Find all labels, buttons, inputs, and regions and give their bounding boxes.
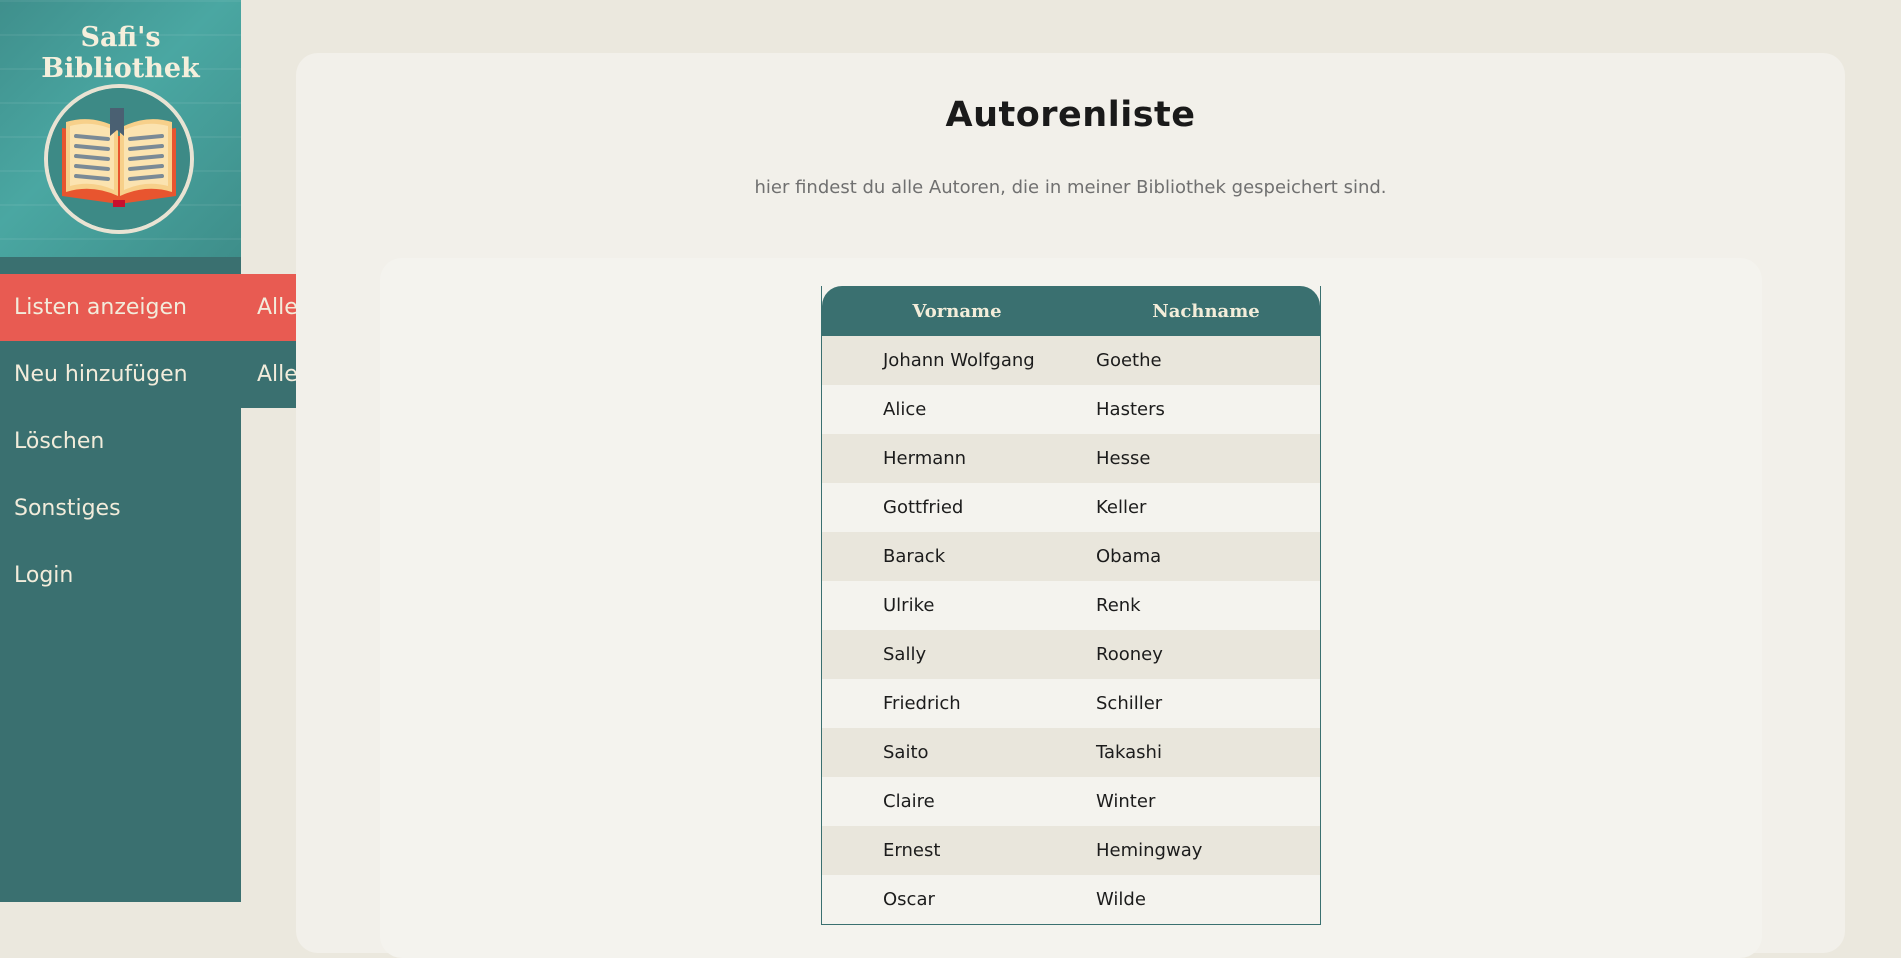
cell-nachname: Renk bbox=[1092, 581, 1320, 630]
cell-vorname: Alice bbox=[822, 385, 1092, 434]
sidebar-header: Safi's Bibliothek bbox=[0, 0, 241, 257]
authors-table-wrapper: Vorname Nachname Johann Wolfgang Goethe Al… bbox=[821, 286, 1321, 925]
cell-nachname: Hasters bbox=[1092, 385, 1320, 434]
table-body: Johann Wolfgang Goethe Alice Hasters Hermann… bbox=[822, 336, 1320, 924]
column-header-nachname: Nachname bbox=[1092, 286, 1320, 336]
cell-nachname: Goethe bbox=[1092, 336, 1320, 385]
cell-vorname: Friedrich bbox=[822, 679, 1092, 728]
cell-nachname: Hemingway bbox=[1092, 826, 1320, 875]
table-row: Barack Obama bbox=[822, 532, 1320, 581]
cell-nachname: Wilde bbox=[1092, 875, 1320, 924]
table-row: Alice Hasters bbox=[822, 385, 1320, 434]
table-row: Ulrike Renk bbox=[822, 581, 1320, 630]
sidebar: Safi's Bibliothek Listen anzeigen Neu hi… bbox=[0, 0, 241, 902]
cell-nachname: Rooney bbox=[1092, 630, 1320, 679]
table-row: Claire Winter bbox=[822, 777, 1320, 826]
nav-item-listen-anzeigen[interactable]: Listen anzeigen bbox=[0, 274, 241, 341]
open-book-icon bbox=[48, 88, 190, 230]
nav-item-login[interactable]: Login bbox=[0, 542, 241, 609]
table-row: Johann Wolfgang Goethe bbox=[822, 336, 1320, 385]
site-title[interactable]: Safi's Bibliothek bbox=[0, 22, 241, 84]
table-header-row: Vorname Nachname bbox=[822, 286, 1320, 336]
column-header-vorname: Vorname bbox=[822, 286, 1092, 336]
cell-vorname: Ernest bbox=[822, 826, 1092, 875]
table-row: Ernest Hemingway bbox=[822, 826, 1320, 875]
cell-vorname: Hermann bbox=[822, 434, 1092, 483]
cell-vorname: Oscar bbox=[822, 875, 1092, 924]
table-row: Sally Rooney bbox=[822, 630, 1320, 679]
cell-vorname: Saito bbox=[822, 728, 1092, 777]
table-row: Friedrich Schiller bbox=[822, 679, 1320, 728]
cell-vorname: Gottfried bbox=[822, 483, 1092, 532]
nav-item-sonstiges[interactable]: Sonstiges bbox=[0, 475, 241, 542]
cell-nachname: Takashi bbox=[1092, 728, 1320, 777]
cell-nachname: Winter bbox=[1092, 777, 1320, 826]
cell-nachname: Hesse bbox=[1092, 434, 1320, 483]
cell-nachname: Keller bbox=[1092, 483, 1320, 532]
cell-nachname: Schiller bbox=[1092, 679, 1320, 728]
table-row: Hermann Hesse bbox=[822, 434, 1320, 483]
page-title: Autorenliste bbox=[945, 95, 1196, 135]
main-nav: Listen anzeigen Neu hinzufügen Löschen S… bbox=[0, 274, 241, 609]
nav-item-neu-hinzufuegen[interactable]: Neu hinzufügen bbox=[0, 341, 241, 408]
logo[interactable] bbox=[44, 84, 194, 234]
table-row: Saito Takashi bbox=[822, 728, 1320, 777]
cell-vorname: Sally bbox=[822, 630, 1092, 679]
table-row: Oscar Wilde bbox=[822, 875, 1320, 924]
cell-vorname: Johann Wolfgang bbox=[822, 336, 1092, 385]
authors-table: Vorname Nachname Johann Wolfgang Goethe Al… bbox=[821, 286, 1321, 925]
page-subtitle: hier findest du alle Autoren, die in mei… bbox=[754, 177, 1387, 198]
cell-nachname: Obama bbox=[1092, 532, 1320, 581]
cell-vorname: Ulrike bbox=[822, 581, 1092, 630]
nav-item-loeschen[interactable]: Löschen bbox=[0, 408, 241, 475]
table-row: Gottfried Keller bbox=[822, 483, 1320, 532]
cell-vorname: Claire bbox=[822, 777, 1092, 826]
cell-vorname: Barack bbox=[822, 532, 1092, 581]
